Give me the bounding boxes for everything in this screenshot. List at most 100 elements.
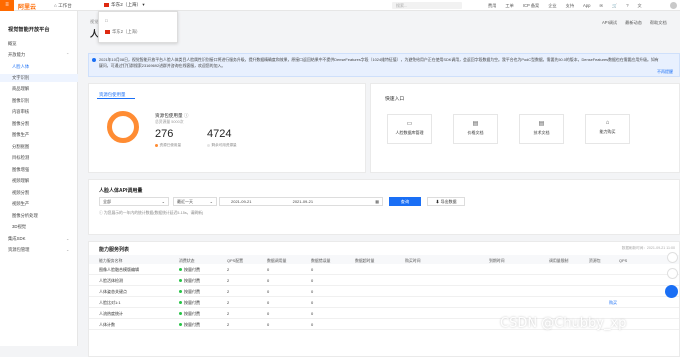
chevron-down-icon: ⌄ xyxy=(161,199,165,204)
workbench-link[interactable]: ⌂ 工作台 xyxy=(54,3,72,9)
sidebar-item-video-gen[interactable]: 视频生产 xyxy=(12,201,29,207)
used-legend: 资源已使用量 xyxy=(155,143,181,148)
top-link-ticket[interactable]: 工单 xyxy=(505,3,513,9)
help-icon[interactable]: ? xyxy=(626,3,628,9)
error-count: 0 xyxy=(311,300,314,305)
status-badge: 按量付费 xyxy=(179,278,200,284)
top-link-icp[interactable]: ICP 备案 xyxy=(523,3,539,9)
top-link-enterprise[interactable]: 企业 xyxy=(548,3,556,9)
sidebar-item-image-recog[interactable]: 图像识别 xyxy=(12,98,29,104)
region-dropdown: □ 华东2（上海） xyxy=(98,11,178,43)
status-dot xyxy=(179,268,182,272)
used-dot xyxy=(155,143,158,147)
status-dot xyxy=(179,290,182,294)
info-icon xyxy=(92,58,96,62)
api-calls-title: 人脸人体API调用量 xyxy=(99,188,143,194)
quick-entry-purchase[interactable]: ⌂ 能力购买 xyxy=(585,114,630,144)
start-date[interactable]: 2021-09-21 xyxy=(231,199,251,204)
service-name: 图像人脸融合模版编辑 xyxy=(99,267,139,272)
sidebar-item-video-understand[interactable]: 视频理解 xyxy=(12,178,29,184)
export-button[interactable]: ⬇ 导出数据 xyxy=(427,197,465,206)
sidebar-item-detection[interactable]: 目标检测 xyxy=(12,155,29,161)
date-range-picker[interactable]: 2021-09-21 2021-09-21 ▦ xyxy=(219,197,383,206)
avatar[interactable] xyxy=(670,2,677,9)
quick-entry-card: 快速入口 ▭ 人脸数据库管理 ▤ 价格文档 ▤ 技术文档 ⌂ 能力购买 xyxy=(370,83,680,173)
error-count: 0 xyxy=(311,311,314,316)
quick-entry-tech-doc[interactable]: ▤ 技术文档 xyxy=(519,114,564,144)
qps-config: 2 xyxy=(227,322,230,327)
error-count: 0 xyxy=(311,278,314,283)
status-badge: 按量付费 xyxy=(179,311,200,317)
sidebar-group-sdk[interactable]: 集成SDK xyxy=(8,236,25,242)
range-select[interactable]: 最近一天 ⌄ xyxy=(173,197,217,206)
chevron-down-icon[interactable]: ⌄ xyxy=(66,236,69,241)
feedback-float-button[interactable] xyxy=(667,252,678,263)
sidebar-item-ocr[interactable]: 文字识别 xyxy=(12,75,29,81)
latest-news-link[interactable]: 最新动态 xyxy=(625,20,642,26)
quick-entry-title: 快速入口 xyxy=(385,97,405,102)
notification-icon[interactable]: ✉ xyxy=(599,3,603,9)
status-dot xyxy=(179,301,182,305)
sidebar-item-enhance[interactable]: 图像增强 xyxy=(12,167,29,173)
dropdown-item-blank[interactable]: □ xyxy=(105,18,108,23)
sidebar-item-3d[interactable]: 3D视觉 xyxy=(12,224,26,230)
usage-subtitle: 总资源量 5000次 xyxy=(155,120,184,124)
sidebar-item-image-analysis[interactable]: 图像分析处理 xyxy=(12,213,38,219)
remaining-dot xyxy=(207,143,210,147)
info-icon: ⓘ xyxy=(99,211,103,215)
buy-link[interactable]: 购买 xyxy=(609,300,617,306)
sidebar-item-image-gen[interactable]: 图像生产 xyxy=(12,132,29,138)
menu-icon[interactable]: ≡ xyxy=(0,0,14,11)
query-button[interactable]: 查询 xyxy=(389,197,421,206)
top-link-fee[interactable]: 费用 xyxy=(488,3,496,9)
error-count: 0 xyxy=(311,322,314,327)
col-qps: QPS xyxy=(619,258,628,263)
dismiss-notice-link[interactable]: 不再提醒 xyxy=(657,69,673,75)
sidebar-item-goods[interactable]: 商品理解 xyxy=(12,86,29,92)
sidebar-item-video-seg[interactable]: 视频分割 xyxy=(12,190,29,196)
api-debug-link[interactable]: API调试 xyxy=(602,20,617,26)
region-selector[interactable]: 华东2（上海） ▾ xyxy=(104,2,145,8)
assistant-float-button[interactable] xyxy=(665,285,678,298)
dropdown-item-region[interactable]: 华东2（上海） xyxy=(105,29,140,35)
main-content: 视觉智能开放平台 / 人脸人体 人脸人体 API调试 最新动态 帮助文档 202… xyxy=(82,11,680,357)
end-date[interactable]: 2021-09-21 xyxy=(293,199,313,204)
service-name: 人体计数 xyxy=(99,322,115,327)
cart-icon[interactable]: 🛒 xyxy=(612,3,617,9)
tab-underline xyxy=(97,98,135,99)
sidebar-item-image-seg[interactable]: 图像分割 xyxy=(12,121,29,127)
search-input[interactable]: 搜索... xyxy=(392,2,462,9)
qps-config: 2 xyxy=(227,289,230,294)
chevron-up-icon[interactable]: ⌃ xyxy=(66,52,69,57)
chevron-down-icon: ⌄ xyxy=(209,199,213,204)
service-name: 人流热度统计 xyxy=(99,311,123,316)
top-link-support[interactable]: 支持 xyxy=(566,3,574,9)
china-flag-icon xyxy=(105,30,110,34)
table-header: 能力服务名称 消费状态 QPS配置 数据调用量 数据错误量 数据超时量 购买时间… xyxy=(89,255,679,264)
sidebar-group-packages[interactable]: 资源包管理 xyxy=(8,247,29,253)
call-count: 0 xyxy=(267,322,270,327)
watermark: CSDN @Chubby_xp xyxy=(500,316,627,331)
language-icon[interactable]: 文 xyxy=(638,3,642,9)
document-icon: ▤ xyxy=(538,121,545,127)
call-count: 0 xyxy=(267,267,270,272)
qps-config: 2 xyxy=(227,278,230,283)
grid-float-button[interactable] xyxy=(667,268,678,279)
status-badge: 按量付费 xyxy=(179,322,200,328)
sidebar-item-overview[interactable]: 概览 xyxy=(8,41,17,47)
china-flag-icon xyxy=(104,3,109,7)
top-link-app[interactable]: App xyxy=(583,3,590,9)
sidebar-item-audit[interactable]: 内容审核 xyxy=(12,109,29,115)
sidebar-item-face-body[interactable]: 人脸人体 xyxy=(12,64,29,70)
folder-icon: ▭ xyxy=(406,121,413,127)
chevron-down-icon[interactable]: ⌄ xyxy=(66,247,69,252)
brand-logo[interactable]: 阿里云 xyxy=(18,2,36,11)
quick-entry-price-doc[interactable]: ▤ 价格文档 xyxy=(453,114,498,144)
service-select[interactable]: 全部 ⌄ xyxy=(99,197,169,206)
sidebar-group-capabilities[interactable]: 开放能力 xyxy=(8,52,25,58)
help-docs-link[interactable]: 帮助文档 xyxy=(650,20,667,26)
sidebar-item-matting[interactable]: 分割抠图 xyxy=(12,144,29,150)
usage-donut xyxy=(107,111,139,143)
quick-entry-face-db[interactable]: ▭ 人脸数据库管理 xyxy=(387,114,432,144)
status-dot xyxy=(179,323,182,327)
